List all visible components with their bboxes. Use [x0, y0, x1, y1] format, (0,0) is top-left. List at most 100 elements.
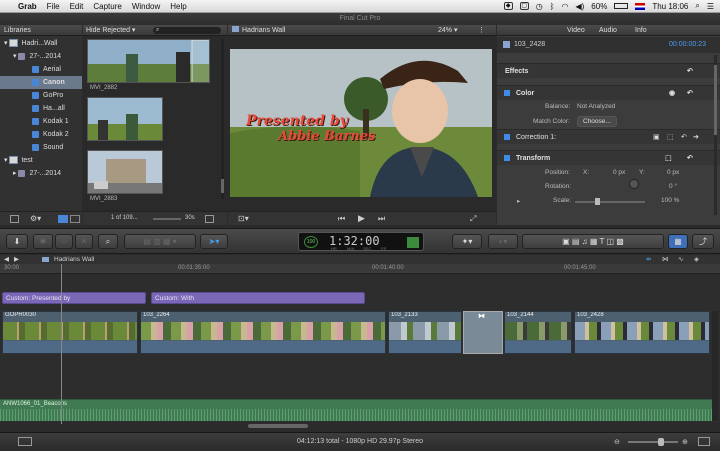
view-options-icon[interactable]: ⋮	[478, 25, 485, 36]
next-frame-icon[interactable]: ⏭	[378, 214, 385, 224]
event-hadrians[interactable]: Ha...all	[0, 102, 82, 115]
audio-clip-beacons[interactable]: ANW1066_01_Beacons	[0, 399, 712, 421]
title-clip-presented-by[interactable]: Custom: Presented by	[2, 292, 146, 304]
transform-section[interactable]: Transform ⬚ ↶	[497, 150, 720, 165]
bluetooth-icon[interactable]: ᛒ	[550, 2, 555, 11]
reject-button[interactable]: ✕	[75, 234, 93, 249]
status-app-icon[interactable]: ◆	[503, 2, 513, 10]
event-gopro[interactable]: GoPro	[0, 89, 82, 102]
browser-filter[interactable]: Hide Rejected ▾ ⌕	[83, 25, 227, 36]
color-board-icon[interactable]: ◉	[669, 86, 675, 101]
battery-icon[interactable]	[614, 3, 629, 9]
menu-file[interactable]: File	[47, 2, 60, 11]
y-value[interactable]: 0 px	[667, 169, 679, 176]
zoom-slider-knob[interactable]	[658, 438, 664, 446]
color-menu-button[interactable]: ◐▾	[488, 234, 518, 249]
color-board-icon[interactable]: ⬚	[667, 130, 674, 145]
color-correction-icon[interactable]: ▣	[653, 130, 660, 145]
tab-audio[interactable]: Audio	[599, 25, 617, 36]
browser-clip-3[interactable]	[87, 150, 163, 194]
battery-percent[interactable]: 60%	[591, 2, 607, 11]
choose-button[interactable]: Choose...	[577, 116, 617, 127]
video-clip-103-2144[interactable]: 103_2144	[504, 311, 572, 354]
background-tasks-icon[interactable]	[407, 237, 419, 248]
effects-menu-button[interactable]: ✦▾	[452, 234, 482, 249]
filmstrip-view-icon[interactable]	[58, 215, 68, 223]
solo-icon[interactable]: ∿	[678, 255, 683, 264]
disclosure-icon[interactable]: ▾	[13, 53, 17, 60]
x-value[interactable]: 0 px	[613, 169, 625, 176]
library-toggle-icon[interactable]	[10, 215, 19, 223]
unrate-button[interactable]: ☆	[55, 234, 73, 249]
reset-icon[interactable]: ↶	[681, 130, 687, 145]
tab-video[interactable]: Video	[567, 25, 585, 36]
rotation-dial[interactable]	[629, 179, 639, 189]
keyword-button[interactable]: ⌕	[98, 234, 118, 249]
time-machine-icon[interactable]: ◷	[536, 2, 543, 11]
play-icon[interactable]: ▶	[358, 213, 365, 224]
browser-search-input[interactable]: ⌕	[153, 27, 221, 34]
enable-checkbox[interactable]	[504, 90, 510, 97]
browser-clip-2[interactable]	[87, 97, 163, 141]
timeline-horizontal-scroll-thumb[interactable]	[248, 424, 308, 428]
favorite-button[interactable]: ✱	[33, 234, 53, 249]
video-clip-103-2133[interactable]: 103_2133	[388, 311, 462, 354]
timeline-vertical-scrollbar[interactable]	[712, 311, 718, 421]
previous-frame-icon[interactable]: ⏮	[338, 214, 345, 224]
clip-appearance-icon[interactable]	[205, 215, 214, 223]
video-clip-gopr0030[interactable]: GOPR0030	[2, 311, 138, 354]
disclosure-icon[interactable]: ▸	[13, 170, 17, 177]
video-clip-103-2428[interactable]: 103_2428	[574, 311, 710, 354]
transform-toggle-icon[interactable]: ⬚	[665, 151, 672, 166]
fullscreen-icon[interactable]: ⤢	[470, 214, 476, 224]
wifi-icon[interactable]: ◠	[561, 2, 568, 11]
event-canon[interactable]: Canon	[0, 76, 82, 89]
menu-help[interactable]: Help	[170, 2, 186, 11]
library-row-test[interactable]: ▾ test	[0, 154, 82, 167]
library-row-hadrians[interactable]: ▾ Hadri...Wall	[0, 37, 82, 50]
viewer-zoom[interactable]: 24% ▾	[438, 25, 457, 36]
playhead[interactable]	[61, 264, 62, 424]
disclosure-icon[interactable]: ▾	[4, 157, 8, 164]
inspector-toggle-button[interactable]: ▦	[668, 234, 688, 249]
import-button[interactable]: ⬇	[6, 234, 28, 249]
clip-zoom-slider[interactable]	[153, 218, 181, 220]
transform-menu-icon[interactable]: ⊡▾	[238, 214, 249, 223]
dropbox-icon[interactable]: ▢	[519, 2, 529, 10]
notification-center-icon[interactable]: ☰	[707, 2, 714, 11]
browser-scrollbar[interactable]	[221, 39, 224, 199]
snapping-icon[interactable]: ⋈	[662, 255, 669, 264]
scale-slider[interactable]	[575, 198, 645, 205]
timeline-zoom-slider[interactable]	[628, 438, 678, 446]
video-clip-103-2264[interactable]: 103_2264	[140, 311, 386, 354]
flag-icon[interactable]	[635, 2, 646, 10]
edit-buttons-group[interactable]: ▤ ▥ ▦ ▾	[124, 234, 196, 249]
menu-capture[interactable]: Capture	[93, 2, 121, 11]
enable-checkbox[interactable]	[504, 134, 510, 141]
inspector-scrollbar[interactable]	[714, 55, 717, 215]
title-clip-with[interactable]: Custom: With	[151, 292, 365, 304]
reset-icon[interactable]: ↶	[687, 86, 693, 101]
scroll-thumb[interactable]	[714, 65, 717, 135]
list-view-icon[interactable]	[70, 215, 80, 223]
clip-appearance-icon[interactable]	[698, 437, 710, 446]
transition-cross-dissolve[interactable]: ⧓	[463, 311, 503, 354]
date-row-test[interactable]: ▸ 27-...2014	[0, 167, 82, 180]
timeline-back-icon[interactable]: ◀	[4, 255, 9, 264]
timecode-display[interactable]: 100 1:32:00 HR MIN SEC FR	[298, 232, 424, 251]
timeline-ruler[interactable]: 30:00 00:01:35:00 00:01:40:00 00:01:45:0…	[0, 264, 720, 274]
timeline-index-icon[interactable]	[18, 437, 32, 446]
disclosure-icon[interactable]: ▾	[4, 40, 8, 47]
rotation-value[interactable]: 0 °	[669, 183, 677, 190]
zoom-out-icon[interactable]: ⊖	[614, 434, 620, 451]
spotlight-icon[interactable]: ⌕	[695, 1, 699, 11]
event-kodak1[interactable]: Kodak 1	[0, 115, 82, 128]
event-sound[interactable]: Sound	[0, 141, 82, 154]
correction-section[interactable]: Correction 1: ▣ ⬚ ↶ ➔	[497, 129, 720, 144]
viewer-canvas[interactable]: Presented by Abbie Barnes	[230, 49, 492, 197]
menu-app[interactable]: Grab	[18, 2, 37, 11]
media-browsers-group[interactable]: ▣ ▤ ♫ ▦ T ◫ ▩	[522, 234, 664, 249]
disclosure-icon[interactable]: ▸	[517, 197, 520, 205]
skimming-icon[interactable]: ◈	[694, 255, 699, 264]
enable-checkbox[interactable]	[504, 155, 510, 162]
